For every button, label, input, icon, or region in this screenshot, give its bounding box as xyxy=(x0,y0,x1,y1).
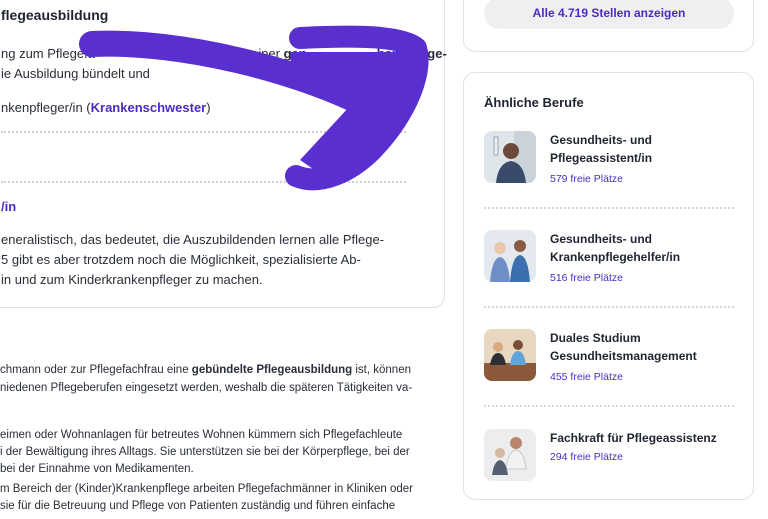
caregiver-image-icon xyxy=(484,429,536,481)
similar-job-item[interactable]: Fachkraft für Pflegeassistenz 294 freie … xyxy=(484,429,734,519)
care-team-image-icon xyxy=(484,230,536,282)
body-line: bei der Einnahme von Medikamenten. xyxy=(0,463,194,475)
text-fragment: hen Pflege- xyxy=(376,46,447,61)
similar-job-name[interactable]: Gesundheits- und Pflegeassistent/in xyxy=(550,131,730,167)
text-fragment: hmen einer xyxy=(214,46,284,61)
similar-jobs-title: Ähnliche Berufe xyxy=(484,95,584,110)
job-thumbnail xyxy=(484,429,536,481)
text-fragment: ie Ausbildung bündelt und xyxy=(1,66,150,81)
paragraph-line: in und zum Kinderkrankenpfleger zu mache… xyxy=(1,272,263,287)
office-team-image-icon xyxy=(484,329,536,381)
text-fragment: gen xyxy=(283,46,307,61)
section-title: flegeausbildung xyxy=(1,7,109,23)
body-line: m Bereich der (Kinder)Krankenpflege arbe… xyxy=(0,483,413,495)
similar-job-count: 455 freie Plätze xyxy=(550,371,623,383)
body-line: i der Bewältigung ihres Alltags. Sie unt… xyxy=(0,446,410,458)
job-thumbnail xyxy=(484,230,536,282)
body-line: niedenen Pflegeberufen eingesetzt werden… xyxy=(0,382,413,394)
divider xyxy=(484,207,734,209)
similar-job-name[interactable]: Fachkraft für Pflegeassistenz xyxy=(550,429,730,447)
paragraph-line: ie Ausbildung bündelt und rigen Au xyxy=(1,65,308,83)
show-all-jobs-button[interactable]: Alle 4.719 Stellen anzeigen xyxy=(484,0,734,29)
job-thumbnail xyxy=(484,131,536,183)
job-thumbnail xyxy=(484,329,536,381)
similar-job-count: 516 freie Plätze xyxy=(550,272,623,284)
text-fragment: ist, können xyxy=(352,364,411,376)
nurse-image-icon xyxy=(484,131,536,183)
text-fragment: ng zum Pflegefa xyxy=(1,46,95,61)
paragraph-line: ng zum Pflegefa hmen einer gen hen Pflege- xyxy=(1,45,447,63)
text-fragment: gebündelte Pflegeausbildung xyxy=(191,364,353,376)
paragraph-line: 5 gibt es aber trotzdem noch die Möglich… xyxy=(1,252,361,267)
text-fragment: ) xyxy=(206,100,211,115)
divider xyxy=(1,181,406,183)
similar-job-count: 579 freie Plätze xyxy=(550,173,623,185)
similar-job-count: 294 freie Plätze xyxy=(550,451,623,463)
body-line: sie für die Betreuung und Pflege von Pat… xyxy=(0,500,396,512)
content-card: flegeausbildung ng zum Pflegefa hmen eine… xyxy=(0,0,447,308)
body-line: chmann oder zur Pflegefachfrau eine gebü… xyxy=(0,362,411,379)
divider xyxy=(484,306,734,308)
body-line: eimen oder Wohnanlagen für betreutes Woh… xyxy=(0,429,403,441)
similar-jobs-card: Ähnliche Berufe Gesundheits- und Pflegea… xyxy=(463,72,754,500)
text-fragment: nkenpfleger/in ( xyxy=(1,100,91,115)
similar-job-name[interactable]: Gesundheits- und Krankenpflegehelfer/in xyxy=(550,230,730,266)
paragraph-line: nkenpfleger/in (Krankenschwester) xyxy=(1,99,211,117)
similar-job-name[interactable]: Duales Studium Gesundheitsmanagement xyxy=(550,329,730,365)
krankenschwester-link[interactable]: Krankenschwester xyxy=(91,100,207,115)
paragraph-line: eneralistisch, das bedeutet, die Auszubi… xyxy=(1,232,385,247)
jobs-card: Alle 4.719 Stellen anzeigen xyxy=(463,0,754,52)
divider xyxy=(1,131,406,133)
divider xyxy=(484,405,734,407)
section-link[interactable]: /in xyxy=(1,199,16,214)
text-fragment: chmann oder zur Pflegefachfrau eine xyxy=(0,364,192,376)
text-fragment: rigen Au xyxy=(259,66,308,81)
